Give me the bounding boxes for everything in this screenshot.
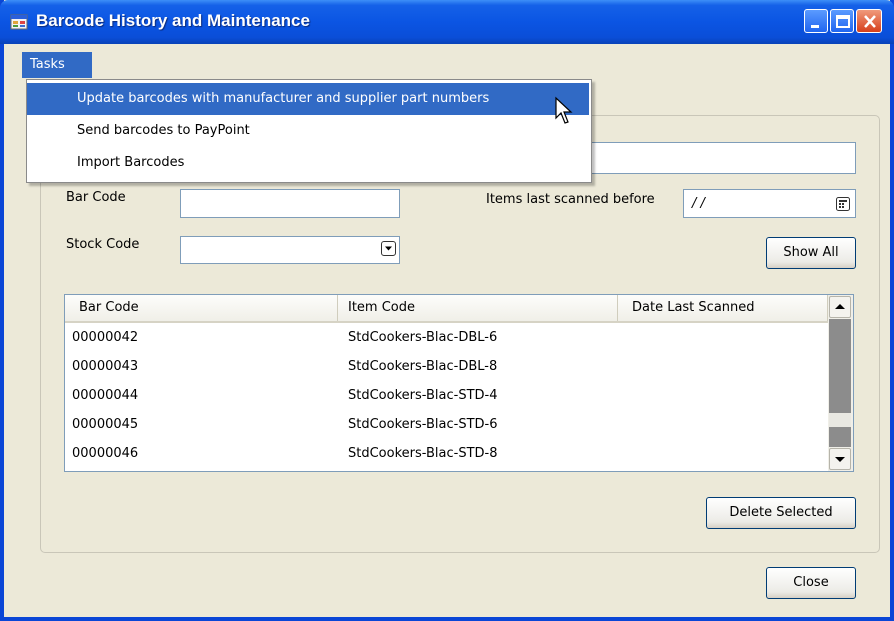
list-scrollbar[interactable] xyxy=(828,295,853,471)
table-row[interactable]: 00000043 StdCookers-Blac-DBL-8 xyxy=(65,352,828,381)
table-row[interactable]: 00000044 StdCookers-Blac-STD-4 xyxy=(65,381,828,410)
title-bar[interactable]: Barcode History and Maintenance xyxy=(0,0,894,44)
last-scanned-value: / / xyxy=(692,196,705,211)
cell-item-code: StdCookers-Blac-STD-8 xyxy=(348,446,498,461)
cell-bar-code: 00000044 xyxy=(72,388,139,403)
stock-code-combo[interactable] xyxy=(180,236,400,264)
barcode-list[interactable]: Bar Code Item Code Date Last Scanned 000… xyxy=(64,294,854,472)
scroll-up-button[interactable] xyxy=(829,296,851,318)
window-title: Barcode History and Maintenance xyxy=(36,11,310,30)
column-header-item-code[interactable]: Item Code xyxy=(338,295,618,321)
cell-item-code: StdCookers-Blac-STD-6 xyxy=(348,417,498,432)
menu-item-import-barcodes[interactable]: Import Barcodes xyxy=(27,147,589,179)
column-header-date-last-scanned[interactable]: Date Last Scanned xyxy=(618,295,828,321)
cell-bar-code: 00000043 xyxy=(72,359,139,374)
menu-item-update-barcodes[interactable]: Update barcodes with manufacturer and su… xyxy=(27,83,589,115)
search-input[interactable] xyxy=(580,142,856,174)
chevron-down-icon[interactable] xyxy=(381,241,396,256)
show-all-button[interactable]: Show All xyxy=(766,237,856,269)
scroll-lower-track[interactable] xyxy=(829,427,851,447)
table-row[interactable]: 00000042 StdCookers-Blac-DBL-6 xyxy=(65,323,828,352)
list-header: Bar Code Item Code Date Last Scanned xyxy=(65,295,828,323)
cell-bar-code: 00000042 xyxy=(72,330,139,345)
cell-bar-code: 00000046 xyxy=(72,446,139,461)
table-row[interactable]: 00000046 StdCookers-Blac-STD-8 xyxy=(65,439,828,468)
stock-code-label: Stock Code xyxy=(66,237,140,252)
cell-item-code: StdCookers-Blac-DBL-8 xyxy=(348,359,498,374)
minimize-button[interactable] xyxy=(804,9,828,33)
app-window-icon xyxy=(10,13,28,31)
last-scanned-date-input[interactable]: / / xyxy=(683,189,856,218)
maximize-button[interactable] xyxy=(830,9,854,33)
calendar-icon[interactable] xyxy=(835,196,851,216)
arrow-down-icon xyxy=(835,457,845,462)
column-header-bar-code[interactable]: Bar Code xyxy=(65,295,338,321)
scroll-thumb[interactable] xyxy=(829,319,851,413)
table-row[interactable]: 00000045 StdCookers-Blac-STD-6 xyxy=(65,410,828,439)
cell-item-code: StdCookers-Blac-STD-4 xyxy=(348,388,498,403)
bar-code-label: Bar Code xyxy=(66,190,126,205)
close-window-button[interactable] xyxy=(856,9,882,33)
scroll-down-button[interactable] xyxy=(829,448,851,470)
scroll-track[interactable] xyxy=(829,413,851,427)
tasks-dropdown-menu: Update barcodes with manufacturer and su… xyxy=(26,79,592,183)
main-window: Barcode History and Maintenance Tasks Ba… xyxy=(0,0,894,621)
bar-code-input[interactable] xyxy=(180,189,400,218)
menu-tasks[interactable]: Tasks xyxy=(22,52,92,78)
last-scanned-label: Items last scanned before xyxy=(486,192,655,207)
cell-bar-code: 00000045 xyxy=(72,417,139,432)
menu-item-send-to-paypoint[interactable]: Send barcodes to PayPoint xyxy=(27,115,589,147)
close-button[interactable]: Close xyxy=(766,567,856,599)
arrow-up-icon xyxy=(835,304,845,309)
delete-selected-button[interactable]: Delete Selected xyxy=(706,497,856,529)
mouse-pointer-icon xyxy=(554,96,576,130)
cell-item-code: StdCookers-Blac-DBL-6 xyxy=(348,330,498,345)
